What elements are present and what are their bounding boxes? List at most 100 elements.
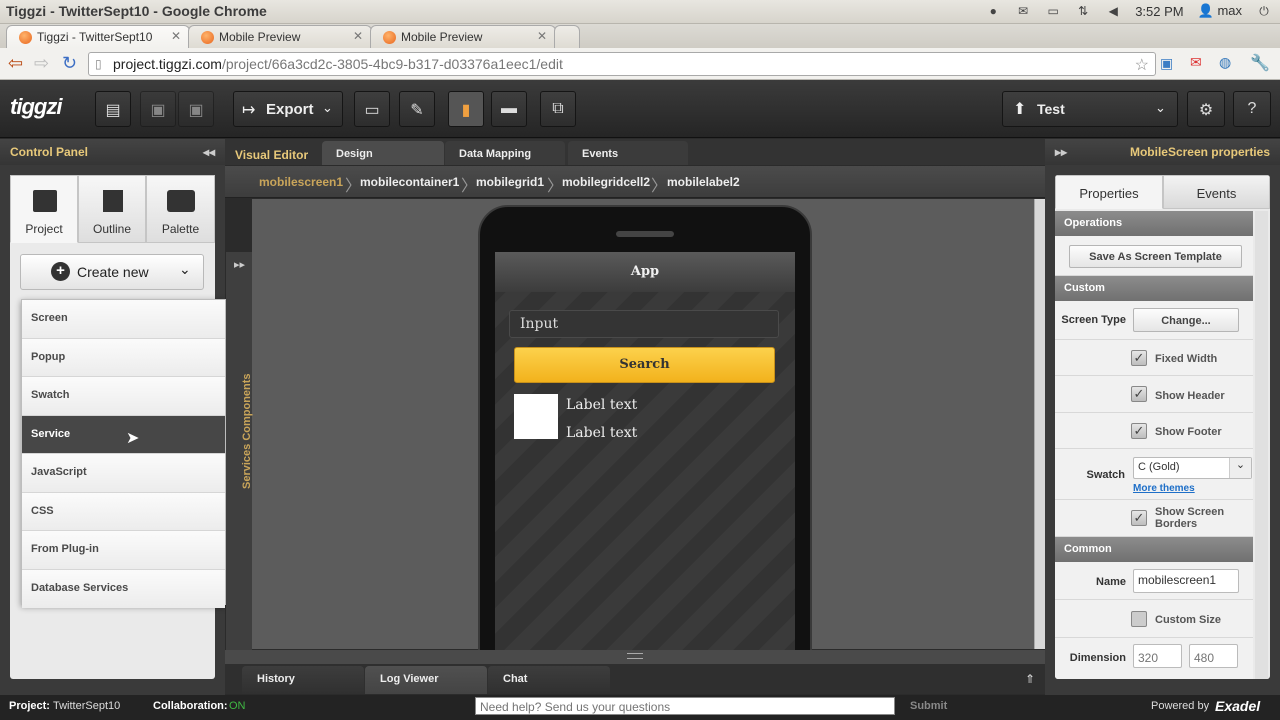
mobile-search-button[interactable]: Search (514, 347, 775, 383)
tab-events[interactable]: Events (568, 141, 688, 165)
battery-icon[interactable]: ▭ (1045, 4, 1061, 18)
tab-project[interactable]: Project (10, 175, 78, 243)
menu-item-javascript[interactable]: JavaScript (22, 454, 225, 493)
address-bar[interactable]: ▯ project.tiggzi.com/project/66a3cd2c-38… (88, 52, 1156, 76)
panel-resize-handle[interactable] (225, 650, 1045, 664)
more-themes-link[interactable]: More themes (1133, 483, 1195, 494)
wrench-icon[interactable]: 🔧 (1250, 53, 1270, 73)
menu-item-css[interactable]: CSS (22, 492, 225, 531)
collapse-right-icon[interactable]: ▸▸ (1055, 145, 1067, 159)
new-tab-button[interactable] (554, 25, 580, 48)
show-header-checkbox[interactable]: ✓ (1131, 386, 1147, 402)
width-input[interactable] (1133, 644, 1182, 668)
chevron-down-icon: ⌄ (1155, 100, 1166, 115)
tab-data-mapping[interactable]: Data Mapping (445, 141, 565, 165)
help-button[interactable]: ? (1233, 91, 1271, 127)
bookmark-star-icon[interactable]: ☆ (1135, 55, 1149, 75)
volume-icon[interactable]: ◀ (1105, 4, 1121, 18)
properties-scrollbar[interactable] (1255, 211, 1268, 679)
browser-tab-preview-1[interactable]: Mobile Preview ✕ (188, 25, 372, 48)
mobile-label[interactable]: Label text (566, 425, 637, 441)
breadcrumb-item[interactable]: mobilegrid1 (476, 175, 544, 189)
tab-chat[interactable]: Chat (488, 666, 610, 694)
close-tab-icon[interactable]: ✕ (537, 29, 547, 43)
test-dropdown[interactable]: ⬆ Test ⌄ (1002, 91, 1178, 127)
user-menu[interactable]: 👤 max (1198, 3, 1242, 19)
menu-item-popup[interactable]: Popup (22, 338, 225, 377)
theme-button[interactable]: ✎ (399, 91, 435, 127)
app-toolbar: tiggzi ▤ ▣ ▣ ↦ Export ⌄ ▭ ✎ ▮ ▬ ⧉ ⬆ Test… (0, 80, 1280, 138)
menu-item-database-services[interactable]: Database Services (22, 569, 225, 608)
new-page-button[interactable]: ▤ (95, 91, 131, 127)
show-borders-label: Show Screen Borders (1155, 506, 1225, 530)
fixed-width-checkbox[interactable]: ✓ (1131, 350, 1147, 366)
canvas-scrollbar[interactable] (1034, 199, 1045, 649)
collaboration-status[interactable]: ON (229, 700, 246, 712)
extension-icon[interactable]: ▣ (1160, 55, 1173, 72)
clock[interactable]: 3:52 PM (1135, 4, 1183, 19)
show-footer-checkbox[interactable]: ✓ (1131, 423, 1147, 439)
landscape-button[interactable]: ▬ (491, 91, 527, 127)
breadcrumb-item[interactable]: mobilescreen1 (259, 175, 343, 189)
tab-design[interactable]: Design (322, 141, 444, 165)
save-as-button[interactable]: ▣ (178, 91, 214, 127)
forward-arrow-icon[interactable]: ⇨ (34, 54, 49, 72)
network-icon[interactable]: ⇅ (1075, 4, 1091, 18)
browser-tab-preview-2[interactable]: Mobile Preview ✕ (370, 25, 556, 48)
swatch-select[interactable]: C (Gold) ⌄ (1133, 457, 1252, 479)
status-footer: Project: TwitterSept10 Collaboration: ON… (0, 695, 1280, 720)
tab-outline[interactable]: Outline (78, 175, 146, 243)
mail-icon[interactable]: ✉ (1015, 4, 1031, 18)
custom-size-checkbox[interactable] (1131, 611, 1147, 627)
save-screen-template-button[interactable]: Save As Screen Template (1069, 245, 1242, 268)
tab-palette[interactable]: Palette (146, 175, 215, 243)
breadcrumb-item[interactable]: mobilecontainer1 (360, 175, 459, 189)
copy-button[interactable]: ⧉ (540, 91, 576, 127)
mobile-screen[interactable]: App Input Search Label text Label text (495, 252, 795, 650)
breadcrumb-item[interactable]: mobilelabel2 (667, 175, 740, 189)
browser-tab-tiggzi[interactable]: Tiggzi - TwitterSept10 ✕ (6, 25, 190, 48)
globe-icon[interactable]: ◍ (1219, 54, 1231, 71)
mobile-image[interactable] (514, 394, 558, 439)
menu-item-screen[interactable]: Screen (22, 300, 225, 339)
height-input[interactable] (1189, 644, 1238, 668)
menu-item-swatch[interactable]: Swatch (22, 377, 225, 416)
services-components-strip[interactable]: Services Components (226, 252, 253, 662)
breadcrumb-item[interactable]: mobilegridcell2 (562, 175, 650, 189)
copy-icon: ⧉ (552, 100, 564, 117)
layout-button[interactable]: ▭ (354, 91, 390, 127)
tab-prop-events[interactable]: Events (1163, 175, 1270, 209)
tab-log-viewer[interactable]: Log Viewer (365, 666, 487, 694)
mobile-input[interactable]: Input (509, 310, 779, 338)
create-new-button[interactable]: + Create new ⌄ (20, 254, 204, 290)
tab-history[interactable]: History (242, 666, 364, 694)
save-button[interactable]: ▣ (140, 91, 176, 127)
expand-right-icon[interactable]: ▸▸ (234, 258, 245, 271)
power-icon[interactable]: ⏻ (1256, 4, 1272, 18)
help-input[interactable] (475, 697, 895, 715)
project-name: TwitterSept10 (53, 700, 121, 712)
show-borders-checkbox[interactable]: ✓ (1131, 510, 1147, 526)
export-button[interactable]: ↦ Export ⌄ (233, 91, 343, 127)
submit-button[interactable]: Submit (910, 700, 947, 712)
close-tab-icon[interactable]: ✕ (353, 29, 363, 43)
portrait-button[interactable]: ▮ (448, 91, 484, 127)
gmail-icon[interactable]: ✉ (1190, 54, 1202, 71)
record-icon[interactable]: ● (985, 4, 1001, 18)
collapse-left-icon[interactable]: ◂◂ (203, 145, 215, 159)
toolbox-icon (167, 190, 195, 212)
mobile-label[interactable]: Label text (566, 397, 637, 413)
menu-item-from-plugin[interactable]: From Plug-in (22, 531, 225, 570)
fixed-width-label: Fixed Width (1155, 353, 1218, 365)
mobile-header[interactable]: App (495, 252, 795, 292)
close-tab-icon[interactable]: ✕ (171, 29, 181, 43)
url-host: project.tiggzi.com (113, 56, 222, 72)
reload-icon[interactable]: ↻ (62, 54, 77, 72)
menu-item-service[interactable]: Service (22, 415, 225, 454)
tab-properties[interactable]: Properties (1055, 175, 1163, 209)
change-screen-type-button[interactable]: Change... (1133, 308, 1239, 332)
back-arrow-icon[interactable]: ⇦ (8, 54, 23, 72)
expand-up-icon[interactable]: ⇑ (1025, 672, 1035, 686)
settings-button[interactable]: ⚙ (1187, 91, 1225, 127)
name-input[interactable]: mobilescreen1 (1133, 569, 1239, 593)
